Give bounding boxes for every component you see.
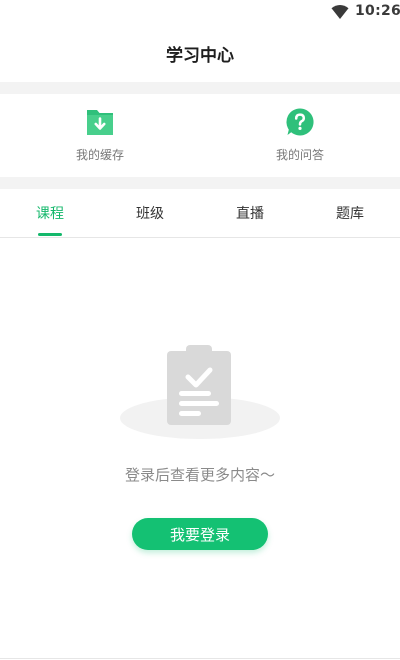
download-folder-icon — [87, 110, 113, 135]
question-bubble-icon — [286, 108, 314, 136]
title-bar: 学习中心 — [0, 24, 400, 82]
tab-label: 班级 — [136, 206, 164, 222]
empty-state-message: 登录后查看更多内容～ — [124, 466, 275, 484]
page-title: 学习中心 — [166, 45, 234, 66]
status-bar: 10:26 — [0, 0, 400, 24]
shortcut-row: 我的缓存 我的问答 — [0, 94, 400, 177]
tab-question-bank[interactable]: 题库 — [300, 189, 400, 237]
section-divider — [0, 177, 400, 189]
clipboard-check-icon — [120, 345, 280, 439]
tab-classes[interactable]: 班级 — [100, 189, 200, 237]
my-qa-label: 我的问答 — [275, 148, 324, 162]
tab-courses[interactable]: 课程 — [0, 189, 100, 237]
tab-bar: 课程 班级 直播 题库 — [0, 189, 400, 238]
my-qa-button[interactable]: 我的问答 — [250, 107, 350, 163]
tab-label: 题库 — [336, 206, 364, 222]
tab-live[interactable]: 直播 — [200, 189, 300, 237]
wifi-icon — [331, 5, 349, 19]
section-divider — [0, 82, 400, 94]
login-button[interactable]: 我要登录 — [132, 518, 268, 550]
my-cache-button[interactable]: 我的缓存 — [50, 107, 150, 163]
tab-label: 课程 — [36, 206, 64, 222]
my-cache-label: 我的缓存 — [75, 148, 124, 162]
tab-label: 直播 — [236, 206, 264, 222]
bottom-divider — [0, 658, 400, 659]
status-time: 10:26 — [355, 3, 400, 19]
active-tab-indicator — [38, 233, 62, 236]
